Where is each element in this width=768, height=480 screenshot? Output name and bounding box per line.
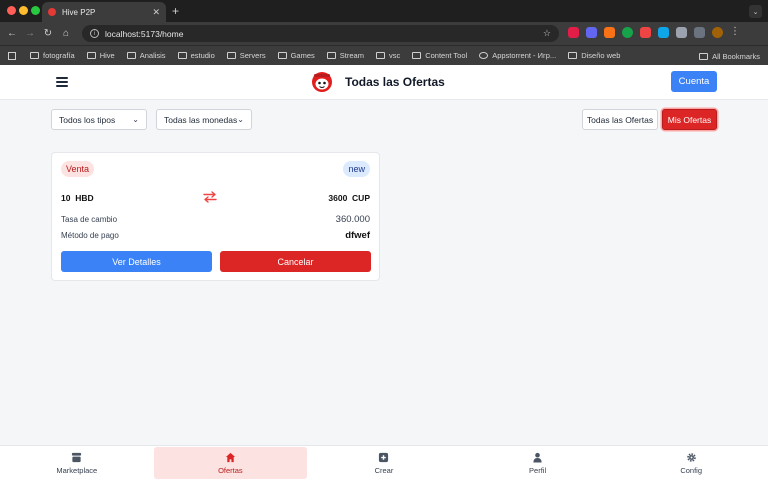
account-button[interactable]: Cuenta <box>671 71 717 92</box>
folder-icon <box>30 52 39 59</box>
all-bookmarks[interactable]: All Bookmarks <box>699 52 760 61</box>
folder-icon <box>126 52 136 59</box>
bookmarks-bar: fotografía Hive Analisis estudio Servers… <box>0 45 768 65</box>
bookmark-folder[interactable]: Servers <box>226 51 266 60</box>
apps-grid-icon[interactable] <box>8 51 16 60</box>
nav-item-perfil[interactable]: Perfil <box>461 446 615 480</box>
browser-menu-icon[interactable]: ⋮ <box>730 27 741 38</box>
payment-method-value: dfwef <box>345 230 370 241</box>
tab-title: Hive P2P <box>62 7 96 17</box>
bookmark-folder[interactable]: Stream <box>326 51 364 60</box>
cancel-offer-button[interactable]: Cancelar <box>220 251 371 272</box>
type-filter-value: Todos los tipos <box>59 114 116 125</box>
folder-icon <box>177 52 187 59</box>
browser-tab[interactable]: Hive P2P ✕ <box>42 2 166 22</box>
window-close-button[interactable] <box>7 6 16 15</box>
give-amount: 10 HBD <box>61 193 94 203</box>
window-zoom-button[interactable] <box>31 6 40 15</box>
app-header: Todas las Ofertas Cuenta <box>0 65 768 100</box>
bookmark-folder[interactable]: Games <box>277 51 315 60</box>
bookmark-folder[interactable]: Hive <box>86 51 115 60</box>
folder-icon <box>568 52 578 59</box>
bookmark-star-icon[interactable]: ☆ <box>543 28 551 39</box>
address-bar[interactable]: i localhost:5173/home ☆ <box>82 25 559 42</box>
new-tab-icon[interactable]: + <box>172 4 179 18</box>
forward-icon[interactable]: → <box>21 28 39 39</box>
plus-square-icon <box>379 452 389 462</box>
url-text: localhost:5173/home <box>105 28 184 39</box>
view-details-button[interactable]: Ver Detalles <box>61 251 212 272</box>
bookmark-link[interactable]: Appstorrent - Игр... <box>479 51 556 60</box>
folder-icon <box>326 52 336 59</box>
back-icon[interactable]: ← <box>3 28 21 39</box>
home-icon <box>225 452 235 462</box>
hive-logo-icon <box>312 72 332 92</box>
folder-icon <box>412 52 422 59</box>
extension-icon[interactable] <box>658 27 669 38</box>
rate-value: 360.000 <box>335 214 370 225</box>
currency-filter-select[interactable]: Todas las monedas ⌄ <box>156 109 252 130</box>
favicon-icon <box>48 8 56 16</box>
extension-icon[interactable] <box>568 27 579 38</box>
nav-item-crear[interactable]: Crear <box>307 446 461 480</box>
bookmark-folder[interactable]: Diseño web <box>568 51 620 60</box>
profile-avatar-icon[interactable] <box>712 27 723 38</box>
nav-item-marketplace[interactable]: Marketplace <box>0 446 154 480</box>
menu-icon[interactable] <box>56 77 68 87</box>
user-icon <box>533 452 542 463</box>
store-icon <box>72 452 82 462</box>
tab-close-icon[interactable]: ✕ <box>152 7 160 18</box>
window-minimize-button[interactable] <box>19 6 28 15</box>
chevron-down-icon: ⌄ <box>237 115 244 124</box>
extension-icon[interactable] <box>604 27 615 38</box>
extension-icon[interactable] <box>640 27 651 38</box>
folder-icon <box>226 52 236 59</box>
extensions-area: ⋮ <box>568 27 741 38</box>
folder-icon <box>699 53 709 60</box>
bookmark-folder[interactable]: vsc <box>375 51 400 60</box>
chevron-down-icon: ⌄ <box>132 115 139 124</box>
swap-arrows-icon <box>203 191 217 203</box>
page-title: Todas las Ofertas <box>345 75 445 89</box>
extension-icon[interactable] <box>586 27 597 38</box>
reload-icon[interactable]: ↻ <box>39 28 57 39</box>
gear-icon <box>686 452 696 462</box>
payment-method-label: Método de pago <box>61 231 119 240</box>
extension-icon[interactable] <box>622 27 633 38</box>
skull-icon <box>479 52 489 59</box>
media-control-icon[interactable] <box>694 27 705 38</box>
tab-search-icon[interactable]: ⌄ <box>749 5 762 18</box>
bookmark-folder[interactable]: fotografía <box>30 51 75 60</box>
site-info-icon[interactable]: i <box>90 29 99 38</box>
home-browser-icon[interactable]: ⌂ <box>57 28 75 39</box>
offer-card: Venta new 10 HBD 3600 CUP Tasa de cambio… <box>51 152 380 281</box>
bookmark-folder[interactable]: Content Tool <box>412 51 467 60</box>
folder-icon <box>86 52 96 59</box>
browser-toolbar: ← → ↻ ⌂ i localhost:5173/home ☆ ⋮ <box>0 22 768 45</box>
status-badge: new <box>343 161 370 177</box>
bookmark-folder[interactable]: Analisis <box>126 51 166 60</box>
currency-filter-value: Todas las monedas <box>164 114 238 125</box>
nav-item-ofertas[interactable]: Ofertas <box>153 447 308 479</box>
rate-label: Tasa de cambio <box>61 215 118 224</box>
get-amount: 3600 CUP <box>328 193 370 203</box>
extensions-puzzle-icon[interactable] <box>676 27 687 38</box>
folder-icon <box>277 52 287 59</box>
all-offers-button[interactable]: Todas las Ofertas <box>582 109 658 130</box>
browser-tab-bar: Hive P2P ✕ + ⌄ <box>0 0 768 22</box>
bottom-nav: Marketplace Ofertas Crear Perfil Config <box>0 445 768 480</box>
offer-type-badge: Venta <box>61 161 95 177</box>
type-filter-select[interactable]: Todos los tipos ⌄ <box>51 109 147 130</box>
my-offers-button[interactable]: Mis Ofertas <box>662 109 717 130</box>
folder-icon <box>375 52 385 59</box>
bookmark-folder[interactable]: estudio <box>177 51 215 60</box>
nav-item-config[interactable]: Config <box>614 446 768 480</box>
